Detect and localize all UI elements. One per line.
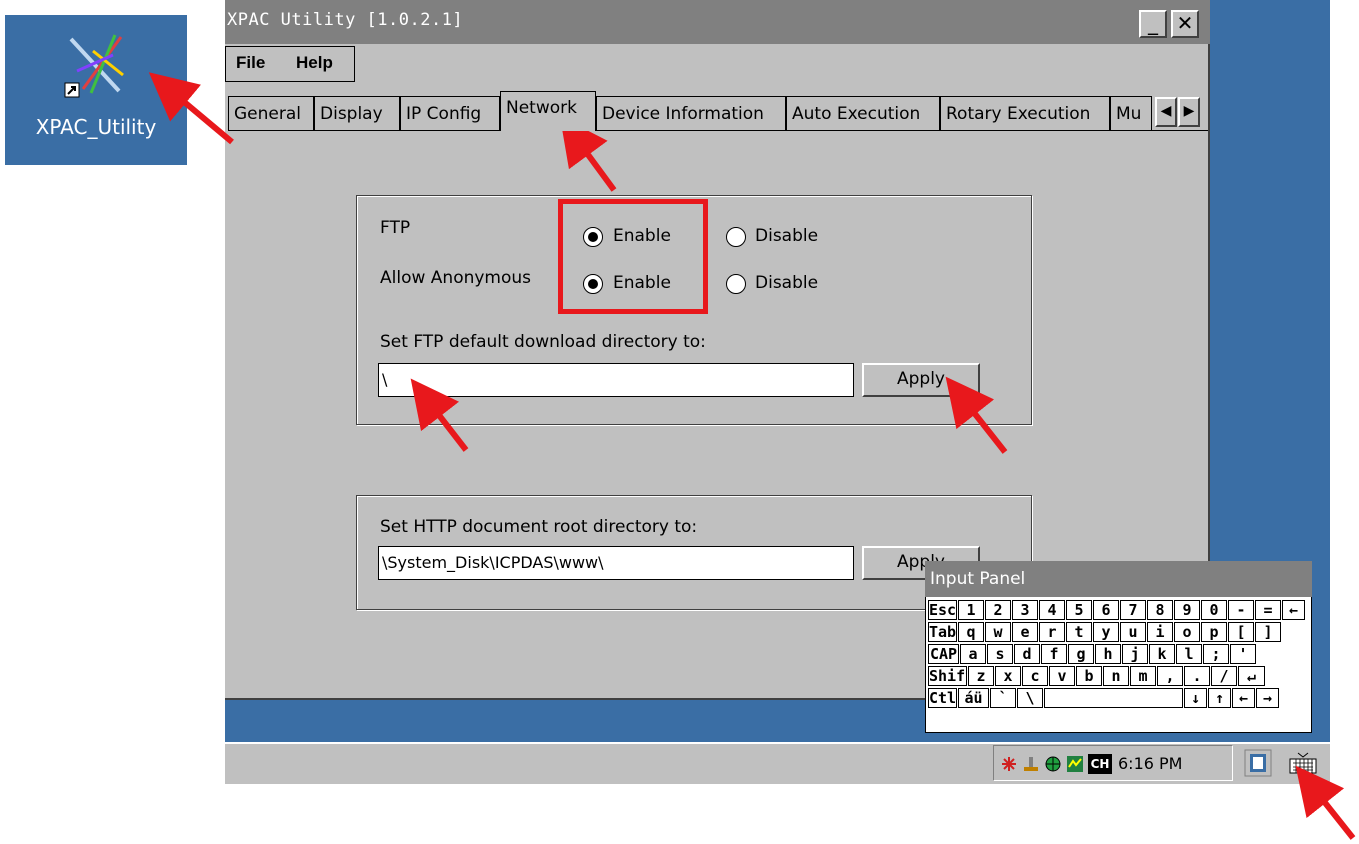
tab-network[interactable]: Network <box>500 91 596 131</box>
arrow-to-shortcut <box>148 72 234 145</box>
annotation-arrows <box>148 72 1356 840</box>
arrow-to-ftp-dir-input <box>410 378 469 452</box>
arrow-to-network-tab <box>559 116 617 192</box>
arrow-to-ftp-apply-button <box>945 376 1008 454</box>
arrow-to-keyboard-icon <box>1295 765 1356 840</box>
